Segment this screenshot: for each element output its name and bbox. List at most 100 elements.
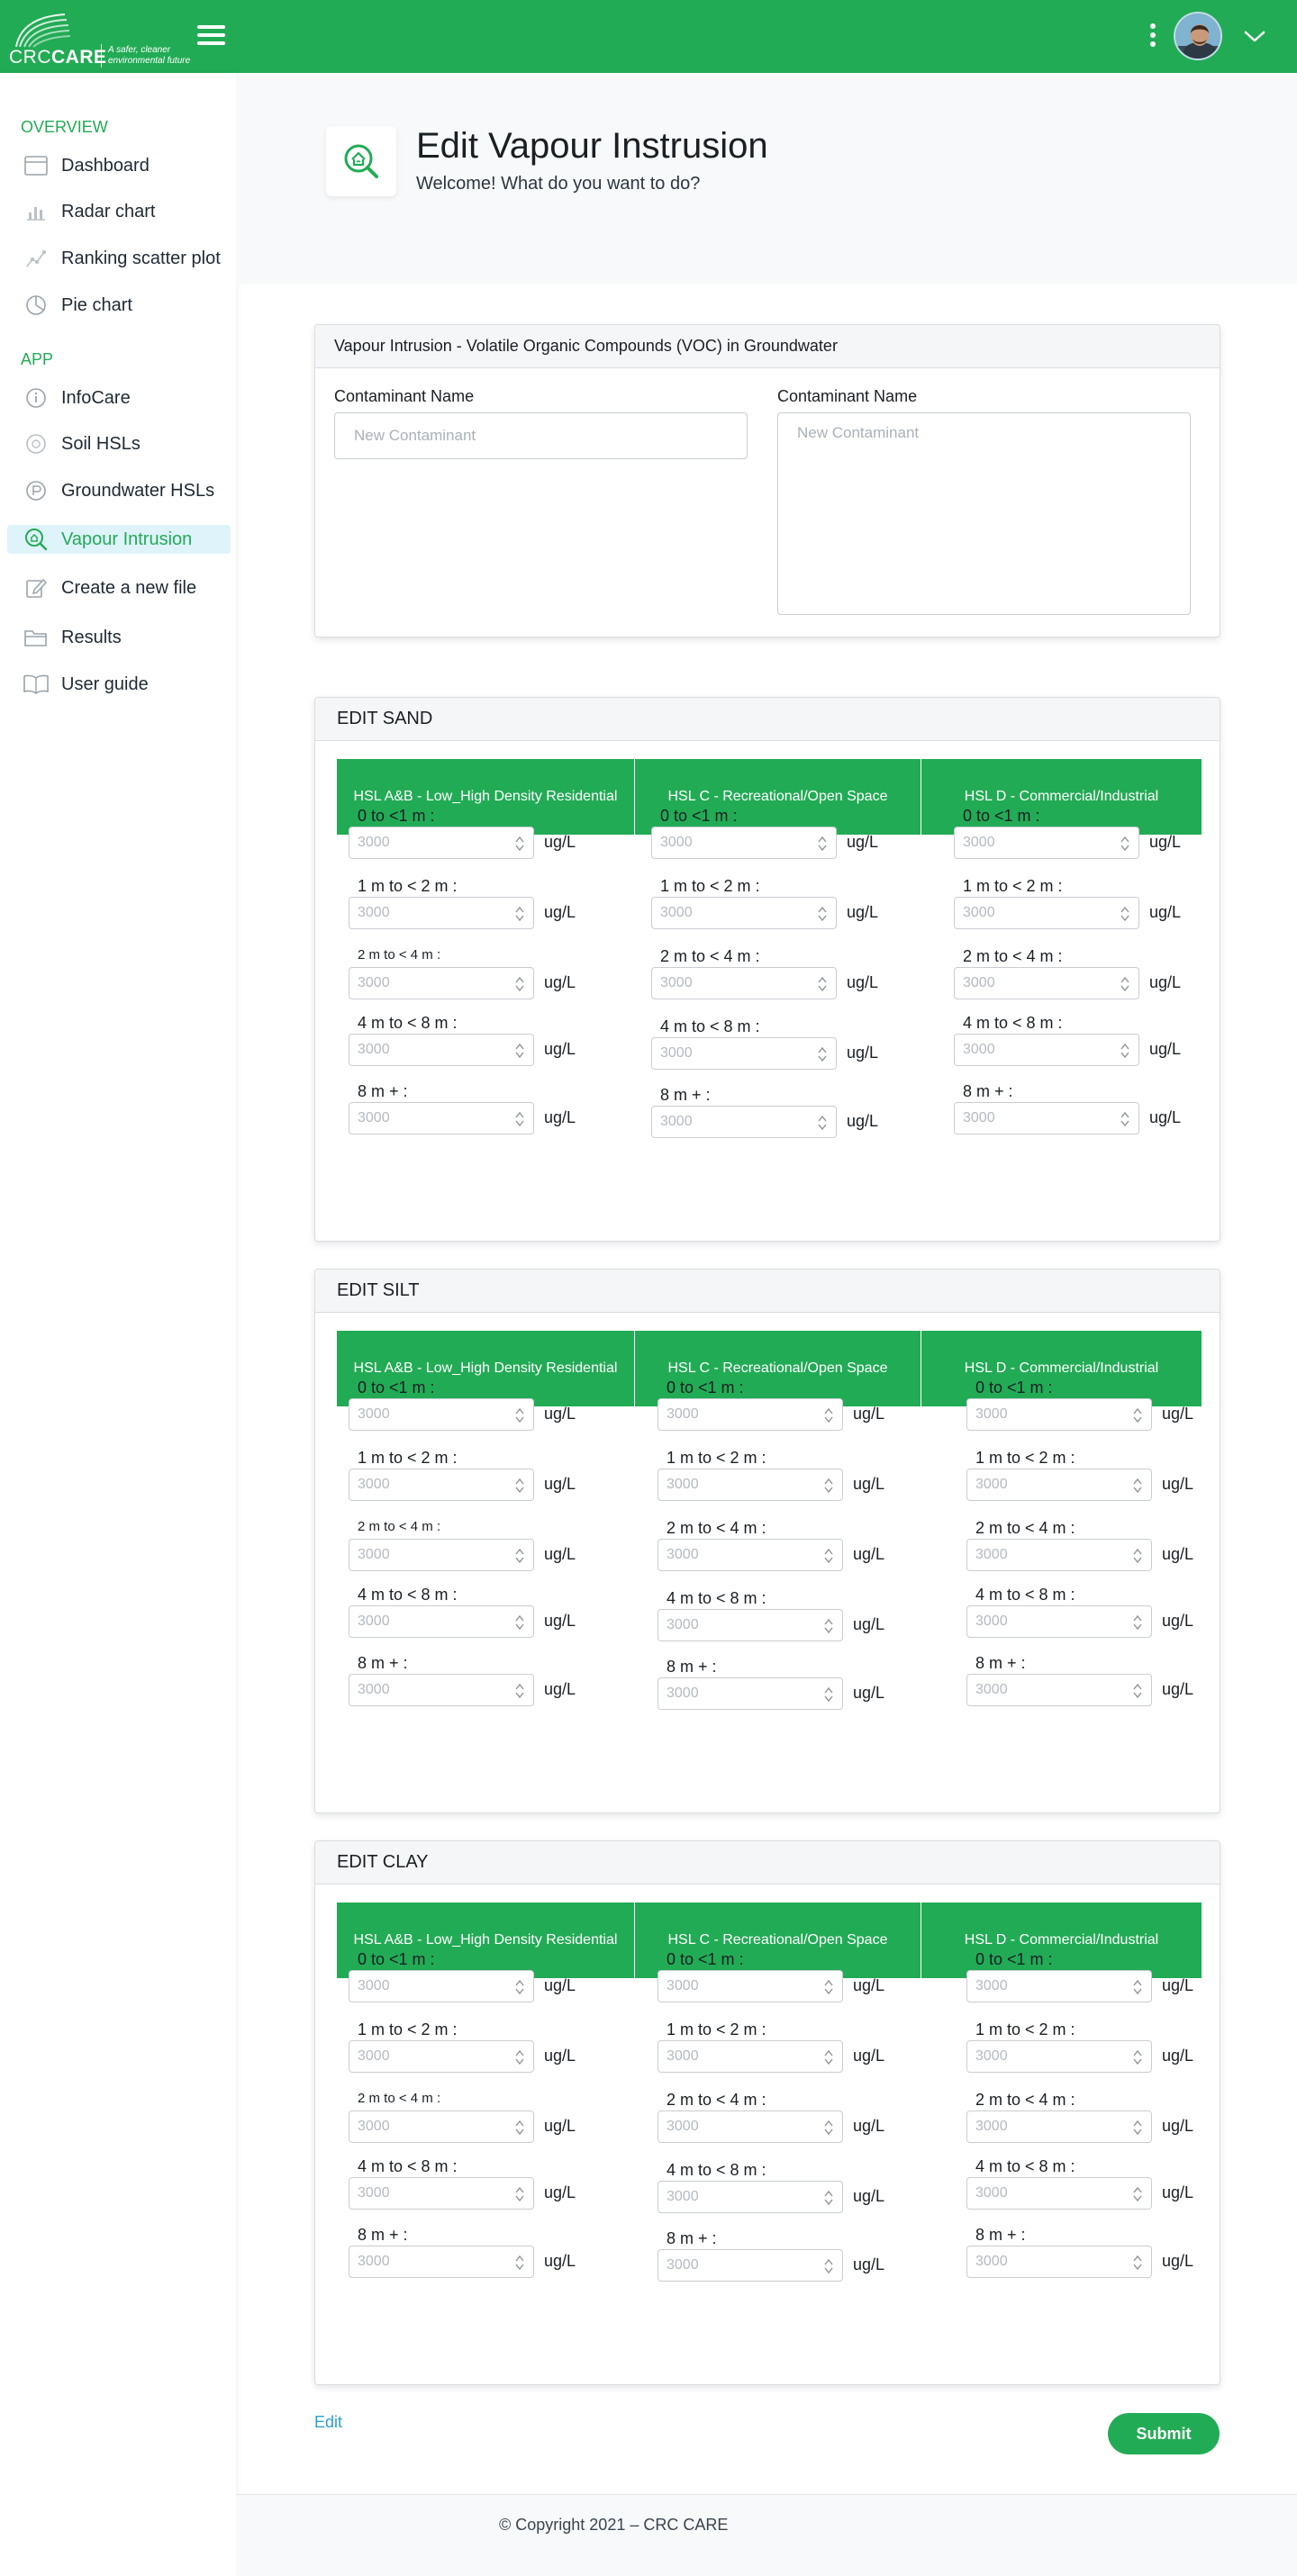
stepper-arrows-icon[interactable] bbox=[1120, 1042, 1129, 1060]
stepper-arrows-icon[interactable] bbox=[824, 1477, 833, 1495]
sidebar-item-results[interactable]: Results bbox=[7, 623, 231, 652]
stepper-arrows-icon[interactable] bbox=[818, 1114, 827, 1132]
hsl-value-input[interactable] bbox=[349, 1606, 503, 1637]
sidebar-item-dashboard[interactable]: Dashboard bbox=[7, 151, 231, 180]
hsl-value-input[interactable] bbox=[349, 2178, 503, 2209]
hsl-value-input[interactable] bbox=[349, 1035, 503, 1065]
hsl-value-field[interactable] bbox=[349, 1539, 534, 1571]
hsl-value-input[interactable] bbox=[658, 1540, 812, 1570]
stepper-arrows-icon[interactable] bbox=[818, 975, 827, 993]
hsl-value-field[interactable] bbox=[954, 897, 1139, 929]
hsl-value-input[interactable] bbox=[967, 2178, 1120, 2209]
hsl-value-field[interactable] bbox=[966, 1605, 1152, 1638]
hsl-value-input[interactable] bbox=[349, 1469, 503, 1500]
hsl-value-field[interactable] bbox=[954, 827, 1139, 859]
hsl-value-input[interactable] bbox=[658, 2041, 812, 2072]
stepper-arrows-icon[interactable] bbox=[515, 1477, 524, 1495]
stepper-arrows-icon[interactable] bbox=[824, 2257, 833, 2275]
hsl-value-field[interactable] bbox=[349, 2111, 534, 2143]
contaminant-name-textarea[interactable] bbox=[777, 412, 1191, 615]
hsl-value-input[interactable] bbox=[349, 1971, 503, 2002]
hsl-value-input[interactable] bbox=[349, 2041, 503, 2072]
hsl-value-input[interactable] bbox=[349, 1399, 503, 1430]
stepper-arrows-icon[interactable] bbox=[824, 1978, 833, 1996]
hsl-value-input[interactable] bbox=[658, 1610, 812, 1641]
stepper-arrows-icon[interactable] bbox=[515, 2048, 524, 2066]
stepper-arrows-icon[interactable] bbox=[1133, 1406, 1142, 1424]
stepper-arrows-icon[interactable] bbox=[1120, 905, 1129, 923]
stepper-arrows-icon[interactable] bbox=[1133, 1613, 1142, 1631]
hsl-value-field[interactable] bbox=[658, 1677, 843, 1710]
hsl-value-field[interactable] bbox=[658, 2249, 843, 2282]
hsl-value-input[interactable] bbox=[652, 827, 805, 858]
user-avatar[interactable] bbox=[1174, 12, 1222, 60]
hsl-value-input[interactable] bbox=[967, 2041, 1120, 2072]
hsl-value-field[interactable] bbox=[954, 1102, 1139, 1134]
hsl-value-input[interactable] bbox=[652, 968, 805, 999]
sidebar-item-pie-chart[interactable]: Pie chart bbox=[7, 291, 231, 320]
hsl-value-field[interactable] bbox=[651, 1106, 837, 1138]
hsl-value-field[interactable] bbox=[349, 967, 534, 999]
hsl-value-input[interactable] bbox=[349, 898, 503, 928]
stepper-arrows-icon[interactable] bbox=[824, 2119, 833, 2137]
hsl-value-input[interactable] bbox=[967, 2246, 1120, 2277]
hsl-value-field[interactable] bbox=[349, 1970, 534, 2002]
hsl-value-field[interactable] bbox=[966, 2111, 1152, 2143]
hsl-value-input[interactable] bbox=[955, 968, 1108, 999]
hsl-value-field[interactable] bbox=[658, 2181, 843, 2213]
hsl-value-field[interactable] bbox=[966, 2177, 1152, 2210]
stepper-arrows-icon[interactable] bbox=[1133, 2185, 1142, 2203]
hsl-value-field[interactable] bbox=[651, 827, 837, 859]
hsl-value-field[interactable] bbox=[651, 897, 837, 929]
hsl-value-input[interactable] bbox=[349, 2246, 503, 2277]
hsl-value-input[interactable] bbox=[967, 1675, 1120, 1705]
stepper-arrows-icon[interactable] bbox=[1133, 1682, 1142, 1700]
hsl-value-input[interactable] bbox=[652, 1038, 805, 1069]
hsl-value-field[interactable] bbox=[966, 1469, 1152, 1501]
contaminant-name-input[interactable] bbox=[334, 412, 748, 459]
stepper-arrows-icon[interactable] bbox=[515, 1682, 524, 1700]
hsl-value-input[interactable] bbox=[658, 2250, 812, 2281]
hsl-value-input[interactable] bbox=[349, 2111, 503, 2142]
stepper-arrows-icon[interactable] bbox=[515, 1406, 524, 1424]
hsl-value-field[interactable] bbox=[966, 2040, 1152, 2073]
hsl-value-field[interactable] bbox=[349, 2177, 534, 2210]
hsl-value-input[interactable] bbox=[349, 968, 503, 999]
hsl-value-input[interactable] bbox=[349, 1540, 503, 1570]
hsl-value-input[interactable] bbox=[349, 827, 503, 858]
hsl-value-input[interactable] bbox=[658, 2111, 812, 2142]
stepper-arrows-icon[interactable] bbox=[515, 975, 524, 993]
stepper-arrows-icon[interactable] bbox=[515, 2185, 524, 2203]
hsl-value-field[interactable] bbox=[658, 1539, 843, 1571]
stepper-arrows-icon[interactable] bbox=[1133, 1978, 1142, 1996]
hsl-value-field[interactable] bbox=[651, 1037, 837, 1070]
hsl-value-field[interactable] bbox=[966, 2246, 1152, 2278]
submit-button[interactable]: Submit bbox=[1108, 2413, 1220, 2454]
hsl-value-field[interactable] bbox=[349, 1605, 534, 1638]
hsl-value-field[interactable] bbox=[658, 2111, 843, 2143]
menu-toggle-icon[interactable] bbox=[197, 25, 227, 48]
stepper-arrows-icon[interactable] bbox=[515, 2254, 524, 2272]
stepper-arrows-icon[interactable] bbox=[1133, 1547, 1142, 1565]
stepper-arrows-icon[interactable] bbox=[1120, 975, 1129, 993]
hsl-value-field[interactable] bbox=[349, 1469, 534, 1501]
sidebar-item-groundwater-hsls[interactable]: Groundwater HSLs bbox=[7, 476, 231, 505]
hsl-value-field[interactable] bbox=[966, 1398, 1152, 1431]
hsl-value-input[interactable] bbox=[967, 2111, 1120, 2142]
hsl-value-input[interactable] bbox=[658, 2182, 812, 2212]
hsl-value-field[interactable] bbox=[349, 897, 534, 929]
hsl-value-field[interactable] bbox=[349, 1674, 534, 1706]
brand-logo[interactable]: CRCCARE A safer, cleaner environmental f… bbox=[7, 7, 192, 68]
stepper-arrows-icon[interactable] bbox=[515, 835, 524, 853]
stepper-arrows-icon[interactable] bbox=[824, 1547, 833, 1565]
hsl-value-input[interactable] bbox=[658, 1399, 812, 1430]
hsl-value-field[interactable] bbox=[349, 2246, 534, 2278]
sidebar-item-soil-hsls[interactable]: Soil HSLs bbox=[7, 429, 231, 458]
stepper-arrows-icon[interactable] bbox=[824, 2048, 833, 2066]
stepper-arrows-icon[interactable] bbox=[824, 1686, 833, 1704]
hsl-value-input[interactable] bbox=[652, 1107, 805, 1137]
hsl-value-field[interactable] bbox=[658, 1609, 843, 1641]
hsl-value-field[interactable] bbox=[651, 967, 837, 999]
hsl-value-input[interactable] bbox=[955, 827, 1108, 858]
hsl-value-input[interactable] bbox=[967, 1469, 1120, 1500]
